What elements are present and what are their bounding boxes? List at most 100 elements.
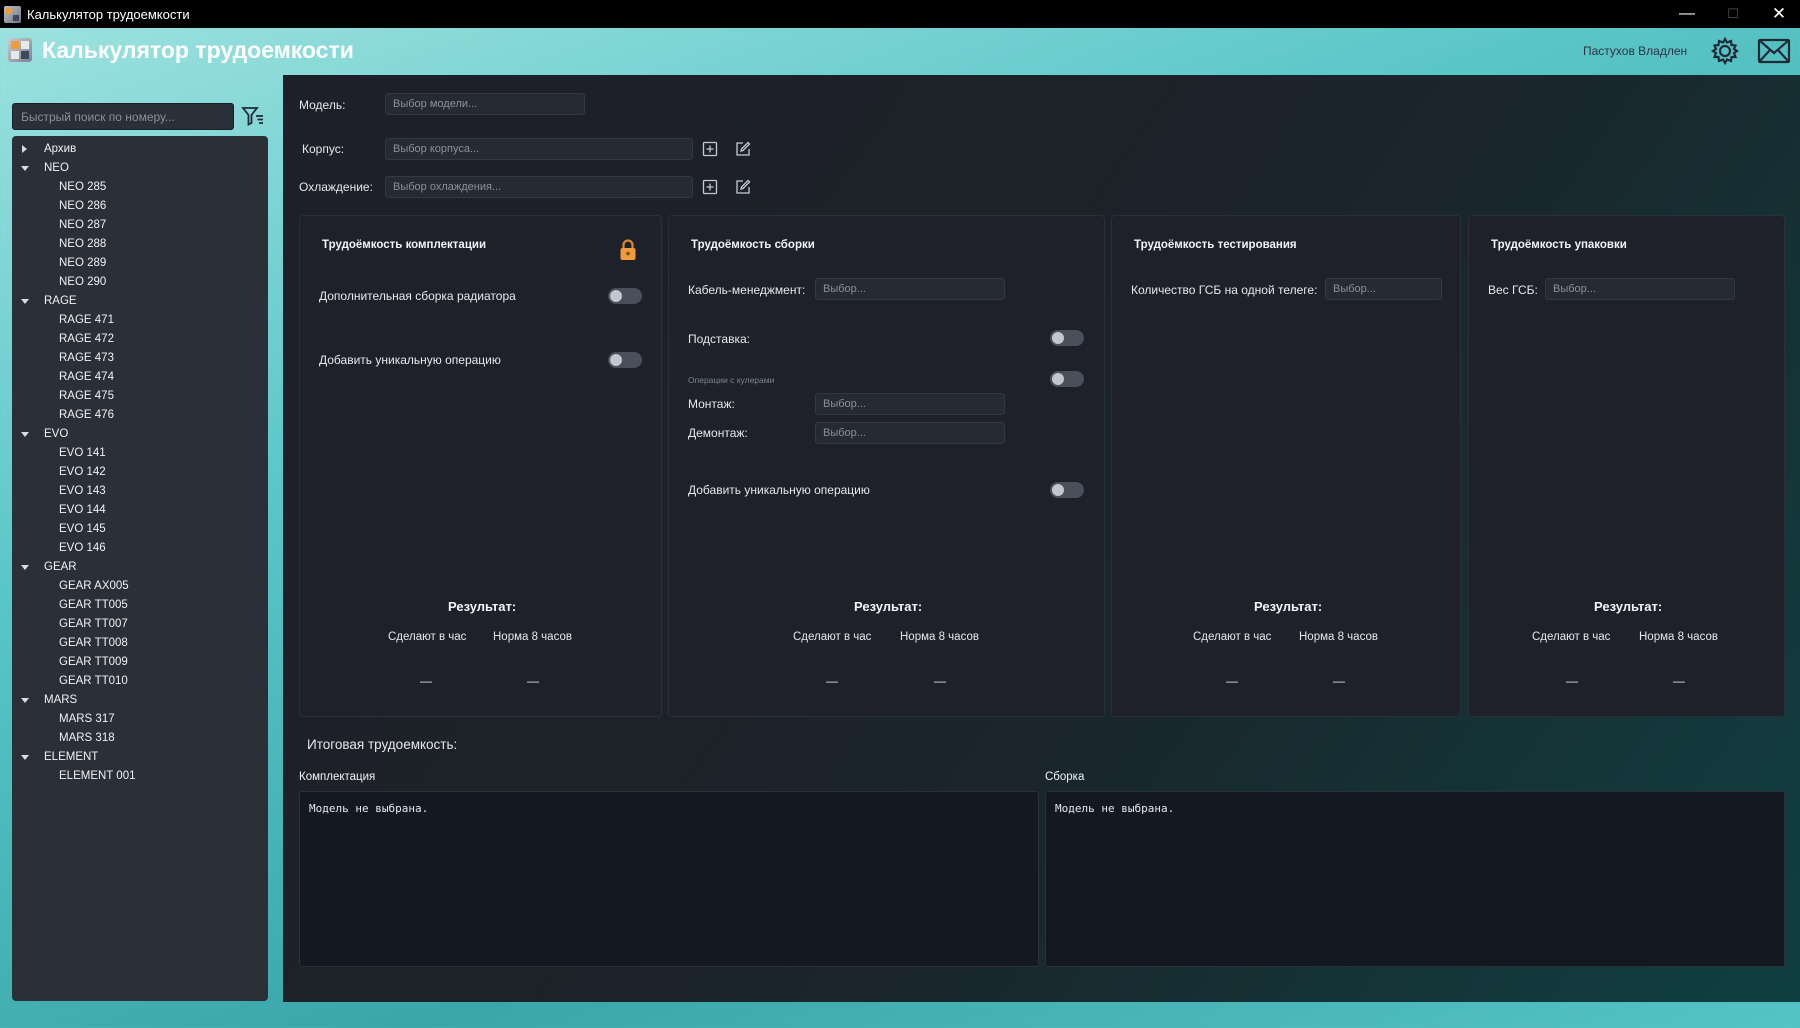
tree-item[interactable]: NEO 289 bbox=[12, 253, 268, 272]
assembly-per-hour-label: Сделают в час bbox=[793, 631, 872, 643]
tree-item[interactable]: RAGE 471 bbox=[12, 310, 268, 329]
expand-arrow-down-icon[interactable] bbox=[20, 752, 30, 762]
expand-arrow-down-icon[interactable] bbox=[20, 296, 30, 306]
tree-item[interactable]: GEAR TT008 bbox=[12, 633, 268, 652]
tree-group-label: NEO bbox=[44, 161, 69, 174]
tree-item[interactable]: EVO 143 bbox=[12, 481, 268, 500]
kit-unique-operation-toggle[interactable] bbox=[608, 352, 642, 368]
assembly-output-box[interactable]: Модель не выбрана. bbox=[1045, 791, 1785, 967]
tree-group-label: MARS bbox=[44, 693, 78, 706]
total-labor-title: Итоговая трудоемкость: bbox=[307, 737, 458, 752]
testing-result-title: Результат: bbox=[1254, 599, 1323, 614]
app-icon bbox=[4, 5, 21, 23]
tree-item[interactable]: RAGE 476 bbox=[12, 405, 268, 424]
window-titlebar: Калькулятор трудоемкости — ☐ ✕ bbox=[0, 0, 1800, 28]
gsb-weight-select[interactable]: Выбор... bbox=[1545, 278, 1735, 300]
cable-management-select[interactable]: Выбор... bbox=[815, 278, 1005, 300]
kit-result-title: Результат: bbox=[448, 599, 517, 614]
tree-item[interactable]: EVO 146 bbox=[12, 538, 268, 557]
tree-item[interactable]: NEO 288 bbox=[12, 234, 268, 253]
testing-per-hour-label: Сделают в час bbox=[1193, 631, 1272, 643]
maximize-button[interactable]: ☐ bbox=[1710, 0, 1756, 28]
tree-item[interactable]: GEAR AX005 bbox=[12, 576, 268, 595]
expand-arrow-down-icon[interactable] bbox=[20, 562, 30, 572]
testing-per-hour-value: — bbox=[1226, 674, 1238, 688]
assembly-unique-operation-toggle[interactable] bbox=[1050, 482, 1084, 498]
coolers-operations-toggle[interactable] bbox=[1050, 371, 1084, 387]
packing-card-title: Трудоёмкость упаковки bbox=[1491, 239, 1627, 251]
dismount-select[interactable]: Выбор... bbox=[815, 422, 1005, 444]
gsb-weight-label: Вес ГСБ: bbox=[1488, 283, 1538, 297]
expand-arrow-down-icon[interactable] bbox=[20, 429, 30, 439]
assembly-norm8-value: — bbox=[934, 674, 946, 688]
assembly-unique-operation-label: Добавить уникальную операцию bbox=[688, 483, 870, 497]
radiator-assembly-toggle[interactable] bbox=[608, 288, 642, 304]
model-select[interactable]: Выбор модели... bbox=[385, 93, 585, 115]
tree-group[interactable]: NEO bbox=[12, 158, 268, 177]
tree-item[interactable]: NEO 286 bbox=[12, 196, 268, 215]
tree-group[interactable]: RAGE bbox=[12, 291, 268, 310]
expand-arrow-down-icon[interactable] bbox=[20, 163, 30, 173]
kit-norm8-label: Норма 8 часов bbox=[493, 631, 572, 643]
expand-arrow-right-icon[interactable] bbox=[20, 144, 30, 154]
mount-select[interactable]: Выбор... bbox=[815, 393, 1005, 415]
tree-item[interactable]: RAGE 473 bbox=[12, 348, 268, 367]
tree-item[interactable]: NEO 290 bbox=[12, 272, 268, 291]
add-cooling-icon[interactable] bbox=[702, 179, 718, 195]
tree-group[interactable]: MARS bbox=[12, 690, 268, 709]
packing-per-hour-label: Сделают в час bbox=[1532, 631, 1611, 643]
tree-group[interactable]: EVO bbox=[12, 424, 268, 443]
app-header: Калькулятор трудоемкости Пастухов Владле… bbox=[0, 28, 1800, 74]
lock-icon[interactable] bbox=[619, 239, 637, 261]
tree-item[interactable]: GEAR TT010 bbox=[12, 671, 268, 690]
dismount-label: Демонтаж: bbox=[688, 426, 748, 440]
tree-item[interactable]: ELEMENT 001 bbox=[12, 766, 268, 785]
tree-item[interactable]: RAGE 472 bbox=[12, 329, 268, 348]
settings-gear-icon[interactable] bbox=[1710, 36, 1740, 66]
kit-per-hour-value: — bbox=[420, 674, 432, 688]
assembly-card-title: Трудоёмкость сборки bbox=[691, 239, 815, 251]
gsb-per-cart-select[interactable]: Выбор... bbox=[1325, 278, 1442, 300]
tree-group-label: RAGE bbox=[44, 294, 77, 307]
add-case-icon[interactable] bbox=[702, 141, 718, 157]
mail-envelope-icon[interactable] bbox=[1757, 37, 1791, 65]
minimize-button[interactable]: — bbox=[1664, 0, 1710, 28]
cooling-label: Охлаждение: bbox=[299, 180, 373, 194]
edit-cooling-icon[interactable] bbox=[735, 179, 751, 195]
tree-group-label: ELEMENT bbox=[44, 750, 99, 763]
tree-group[interactable]: ELEMENT bbox=[12, 747, 268, 766]
cooling-select[interactable]: Выбор охлаждения... bbox=[385, 176, 693, 198]
packing-norm8-value: — bbox=[1673, 674, 1685, 688]
tree-group-label: EVO bbox=[44, 427, 69, 440]
window-title: Калькулятор трудоемкости bbox=[27, 6, 190, 22]
packing-card: Трудоёмкость упаковки Вес ГСБ: Выбор... … bbox=[1468, 215, 1785, 717]
kit-norm8-value: — bbox=[527, 674, 539, 688]
tree-item[interactable]: MARS 317 bbox=[12, 709, 268, 728]
tree-item[interactable]: EVO 141 bbox=[12, 443, 268, 462]
tree-item[interactable]: EVO 145 bbox=[12, 519, 268, 538]
edit-case-icon[interactable] bbox=[735, 141, 751, 157]
quick-search-input[interactable] bbox=[12, 103, 234, 130]
filter-icon[interactable] bbox=[241, 104, 265, 128]
tree-item[interactable]: EVO 142 bbox=[12, 462, 268, 481]
kit-output-box[interactable]: Модель не выбрана. bbox=[299, 791, 1039, 967]
tree-item[interactable]: NEO 285 bbox=[12, 177, 268, 196]
stand-toggle[interactable] bbox=[1050, 330, 1084, 346]
tree-group[interactable]: GEAR bbox=[12, 557, 268, 576]
tree-item[interactable]: MARS 318 bbox=[12, 728, 268, 747]
model-tree[interactable]: Архив NEO NEO 285 NEO 286 NEO 287 NEO 288 NEO … bbox=[12, 136, 268, 1001]
tree-item[interactable]: RAGE 474 bbox=[12, 367, 268, 386]
tree-item[interactable]: EVO 144 bbox=[12, 500, 268, 519]
coolers-operations-caption: Операции с кулерами bbox=[688, 375, 775, 385]
tree-item[interactable]: GEAR TT007 bbox=[12, 614, 268, 633]
tree-item[interactable]: GEAR TT009 bbox=[12, 652, 268, 671]
gsb-per-cart-label: Количество ГСБ на одной телеге: bbox=[1131, 283, 1318, 297]
tree-item[interactable]: RAGE 475 bbox=[12, 386, 268, 405]
case-select[interactable]: Выбор корпуса... bbox=[385, 138, 693, 160]
close-button[interactable]: ✕ bbox=[1756, 0, 1800, 28]
tree-item[interactable]: GEAR TT005 bbox=[12, 595, 268, 614]
tree-group[interactable]: Архив bbox=[12, 139, 268, 158]
expand-arrow-down-icon[interactable] bbox=[20, 695, 30, 705]
tree-item[interactable]: NEO 287 bbox=[12, 215, 268, 234]
mount-label: Монтаж: bbox=[688, 397, 735, 411]
